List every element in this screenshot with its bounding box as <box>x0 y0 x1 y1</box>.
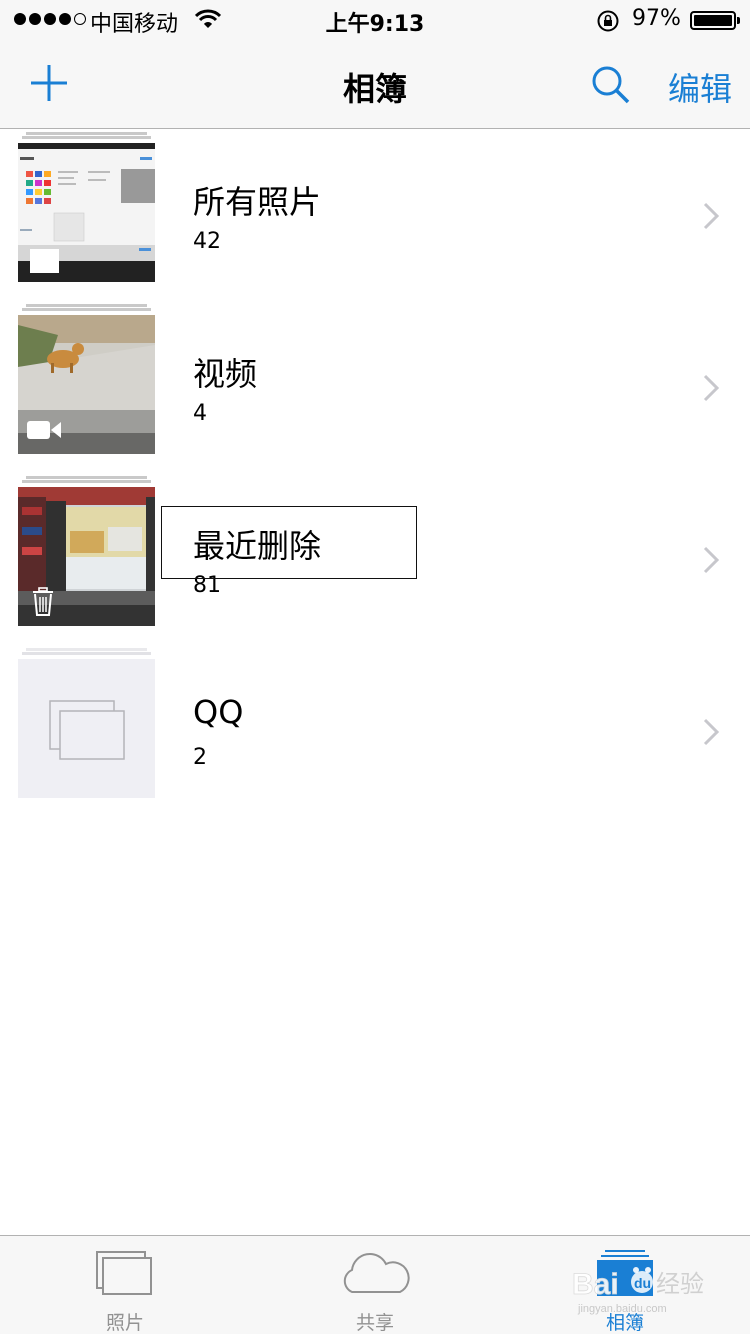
tab-albums[interactable]: 相簿 <box>500 1236 750 1334</box>
page-title: 相簿 <box>342 70 407 108</box>
album-name: QQ <box>193 693 244 731</box>
tab-label: 相簿 <box>605 1312 644 1334</box>
status-bar: 中国移动 上午9:13 97% <box>0 0 750 40</box>
video-camera-icon <box>27 421 61 439</box>
album-count: 42 <box>193 229 221 254</box>
album-count: 2 <box>193 745 207 770</box>
chevron-right-icon <box>703 202 720 230</box>
album-row-videos[interactable]: 视频 4 <box>0 301 750 473</box>
album-row-qq[interactable]: QQ 2 <box>0 645 750 817</box>
tab-photos[interactable]: 照片 <box>0 1236 250 1334</box>
album-count: 4 <box>193 401 207 426</box>
album-row-recently-deleted[interactable]: 最近删除 81 <box>0 473 750 645</box>
search-button[interactable] <box>590 64 632 106</box>
empty-album-placeholder-icon <box>18 659 155 798</box>
album-name: 所有照片 <box>193 183 322 221</box>
album-name: 视频 <box>193 355 258 393</box>
albums-icon <box>597 1250 653 1296</box>
tab-label: 照片 <box>105 1312 144 1334</box>
album-name: 最近删除 <box>193 527 322 565</box>
photos-icon <box>96 1251 152 1295</box>
edit-button[interactable]: 编辑 <box>668 64 732 110</box>
album-count: 81 <box>193 573 221 598</box>
rotation-lock-icon <box>597 10 619 32</box>
chevron-right-icon <box>703 718 720 746</box>
battery-percent: 97% <box>632 6 681 31</box>
chevron-right-icon <box>703 374 720 402</box>
add-album-button[interactable] <box>28 62 70 104</box>
battery-icon <box>690 11 740 30</box>
tab-bar: 照片 共享 相簿 <box>0 1235 750 1334</box>
album-row-all-photos[interactable]: 所有照片 42 <box>0 129 750 301</box>
chevron-right-icon <box>703 546 720 574</box>
navigation-bar: 相簿 编辑 <box>0 40 750 129</box>
cloud-icon <box>343 1253 410 1293</box>
tab-label: 共享 <box>355 1312 394 1334</box>
tab-shared[interactable]: 共享 <box>250 1236 500 1334</box>
album-thumbnail <box>18 143 155 282</box>
trash-icon <box>33 587 53 616</box>
